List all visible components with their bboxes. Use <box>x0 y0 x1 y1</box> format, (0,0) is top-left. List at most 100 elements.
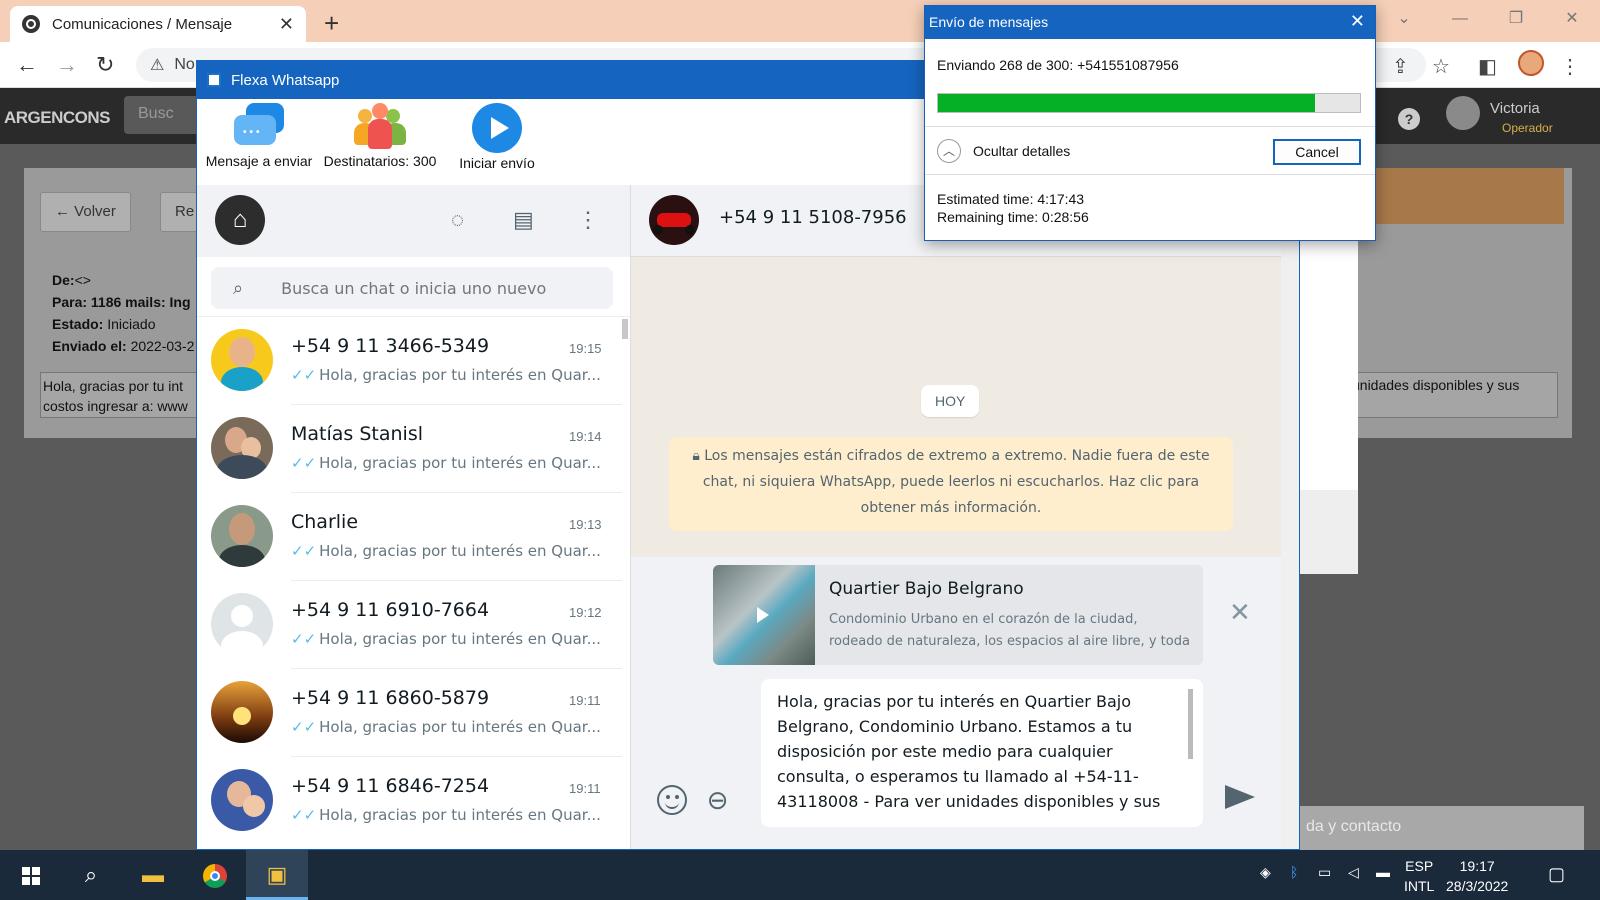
chat-list-pane: ⌂ ◌ ▤ ⋮ ⌕ +54 9 11 3466-5349 19:15 ✓✓Hol… <box>197 185 631 849</box>
user-name[interactable]: Victoria <box>1490 100 1540 117</box>
message-tool-label: Mensaje a enviar <box>205 153 313 169</box>
chat-preview: ✓✓ Hola, gracias por tu interés en Quar..… <box>291 718 601 736</box>
forward-icon[interactable]: → <box>56 52 78 78</box>
language-indicator[interactable]: ESP INTL <box>1404 856 1434 896</box>
contact-avatar <box>211 505 273 567</box>
chat-list-item[interactable]: Charlie 19:13 ✓✓ Hola, gracias por tu int… <box>197 493 630 581</box>
browser-tab[interactable]: Comunicaciones / Mensaje ✕ <box>10 6 306 42</box>
warning-icon: ⚠ <box>150 57 165 74</box>
start-send-button[interactable]: Iniciar envío <box>447 103 547 171</box>
chat-time: 19:11 <box>569 693 601 708</box>
message-input-scrollbar[interactable] <box>1188 689 1193 759</box>
contact-avatar <box>211 681 273 743</box>
profile-avatar[interactable] <box>1518 50 1544 76</box>
new-chat-icon[interactable]: ▤ <box>513 207 534 233</box>
chat-preview-text: Hola, gracias por tu interés en Quar... <box>319 366 601 384</box>
share-icon[interactable]: ⇪ <box>1392 54 1409 79</box>
lang-top: ESP <box>1405 858 1434 874</box>
menu-dots-icon[interactable]: ⋮ <box>577 207 599 233</box>
chat-list-item[interactable]: +54 9 11 6860-5879 19:11 ✓✓ Hola, gracias… <box>197 669 630 757</box>
tab-search-icon[interactable]: ⌄ <box>1376 0 1432 38</box>
close-window-icon[interactable]: ✕ <box>1544 0 1600 38</box>
reload-icon[interactable]: ↻ <box>96 52 114 78</box>
back-icon[interactable]: ← <box>16 52 38 78</box>
attach-icon[interactable]: ⊘ <box>699 782 737 819</box>
play-icon <box>472 103 522 153</box>
chat-name: +54 9 11 6860-5879 <box>291 687 490 709</box>
volume-icon[interactable]: ◁ <box>1348 864 1359 900</box>
taskbar-search-icon[interactable]: ⌕ <box>60 850 122 900</box>
user-avatar[interactable] <box>1446 96 1480 130</box>
chat-preview: ✓✓ Hola, gracias por tu interés en Quar..… <box>291 806 601 824</box>
browser-tab-title: Comunicaciones / Mensaje <box>52 15 233 33</box>
new-tab-button[interactable]: + <box>324 8 339 39</box>
send-icon[interactable] <box>1225 785 1255 809</box>
sidebar-icon[interactable]: ◧ <box>1478 54 1497 79</box>
close-preview-icon[interactable]: ✕ <box>1229 597 1251 628</box>
meta-from: De:<> <box>52 272 91 288</box>
my-avatar[interactable]: ⌂ <box>215 195 265 245</box>
bluetooth-icon[interactable]: ᛒ <box>1290 864 1298 900</box>
progress-bar-fill <box>938 94 1315 112</box>
chat-preview: ✓✓ Hola, gracias por tu interés en Quar..… <box>291 366 601 384</box>
chat-list-item[interactable]: +54 9 11 6846-7254 19:11 ✓✓ Hola, gracias… <box>197 757 630 845</box>
recipients-tool-button[interactable]: Destinatarios: 300 <box>321 103 439 169</box>
message-tool-button[interactable]: ••• Mensaje a enviar <box>203 103 315 169</box>
minimize-icon[interactable]: — <box>1432 0 1488 38</box>
status-icon[interactable]: ◌ <box>451 207 464 233</box>
chat-search-input[interactable] <box>281 278 582 298</box>
recipients-tool-label: Destinatarios: 300 <box>323 153 437 169</box>
cancel-button[interactable]: Cancel <box>1273 139 1361 165</box>
message-input-text: Hola, gracias por tu interés en Quartier… <box>777 692 1161 811</box>
meta-status: Estado: Iniciado <box>52 316 156 332</box>
chat-preview-text: Hola, gracias por tu interés en Quar... <box>319 630 601 648</box>
close-tab-icon[interactable]: ✕ <box>279 14 294 35</box>
flexa-app-icon[interactable]: ▣ <box>246 850 308 900</box>
chat-preview-text: Hola, gracias por tu interés en Quar... <box>319 454 601 472</box>
sending-dialog: Envío de mensajes ✕ Enviando 268 de 300:… <box>924 5 1376 241</box>
help-icon[interactable]: ? <box>1398 108 1420 130</box>
contact-avatar <box>211 329 273 391</box>
notifications-icon[interactable]: ▢ <box>1548 864 1565 900</box>
webapp-search-input[interactable]: Busc <box>124 96 204 134</box>
message-input[interactable]: Hola, gracias por tu interés en Quartier… <box>761 679 1203 827</box>
windows-start-icon[interactable] <box>22 867 40 885</box>
chat-list-item[interactable]: +54 9 11 6910-7664 19:12 ✓✓ Hola, gracias… <box>197 581 630 669</box>
back-button[interactable]: ← Volver <box>40 192 131 232</box>
chrome-icon[interactable] <box>184 850 246 900</box>
chevron-up-icon[interactable]: ︿ <box>937 139 961 163</box>
bookmark-star-icon[interactable]: ☆ <box>1432 54 1450 79</box>
network-icon[interactable]: ▭ <box>1318 864 1331 900</box>
webapp-banner <box>1352 168 1564 224</box>
clock-time: 19:17 <box>1459 858 1495 874</box>
hide-details-toggle[interactable]: Ocultar detalles <box>973 143 1070 159</box>
people-icon <box>354 103 406 149</box>
chat-list-item[interactable]: +54 9 11 3466-5349 19:15 ✓✓ Hola, gracias… <box>197 317 630 405</box>
file-explorer-icon[interactable]: ▬ <box>122 850 184 900</box>
chat-list-item[interactable]: Matías Stanisl 19:14 ✓✓ Hola, gracias por… <box>197 405 630 493</box>
chat-preview: ✓✓ Hola, gracias por tu interés en Quar..… <box>291 630 601 648</box>
menu-dots-icon[interactable]: ⋮ <box>1560 54 1580 79</box>
close-icon[interactable]: ✕ <box>1350 11 1365 32</box>
restore-icon[interactable]: ❐ <box>1488 0 1544 38</box>
encryption-notice[interactable]: 🔒︎ Los mensajes están cifrados de extrem… <box>669 437 1233 531</box>
webapp-bottom-bar[interactable]: da y contacto <box>1298 806 1584 850</box>
battery-icon[interactable]: ▬ <box>1376 864 1390 900</box>
double-check-icon: ✓✓ <box>291 366 317 384</box>
chat-preview-text: Hola, gracias por tu interés en Quar... <box>319 542 601 560</box>
meta-to: Para: 1186 mails: Ing <box>52 294 191 310</box>
chat-search-box[interactable]: ⌕ <box>211 267 613 309</box>
contact-avatar[interactable] <box>649 195 699 245</box>
link-preview-card[interactable]: Quartier Bajo Belgrano Condominio Urbano… <box>713 565 1203 665</box>
link-preview-thumbnail <box>713 565 815 665</box>
clock[interactable]: 19:17 28/3/2022 <box>1446 856 1508 896</box>
chat-bubbles-icon: ••• <box>234 103 284 149</box>
emoji-icon[interactable] <box>657 785 687 815</box>
double-check-icon: ✓✓ <box>291 454 317 472</box>
chat-preview: ✓✓ Hola, gracias por tu interés en Quar..… <box>291 542 601 560</box>
browser-window-controls: ⌄ — ❐ ✕ <box>1376 0 1600 38</box>
search-icon: ⌕ <box>233 277 244 298</box>
tray-shield-icon[interactable]: ◈ <box>1260 864 1271 900</box>
link-preview-title: Quartier Bajo Belgrano <box>829 579 1024 599</box>
meta-status-value: Iniciado <box>107 316 156 332</box>
